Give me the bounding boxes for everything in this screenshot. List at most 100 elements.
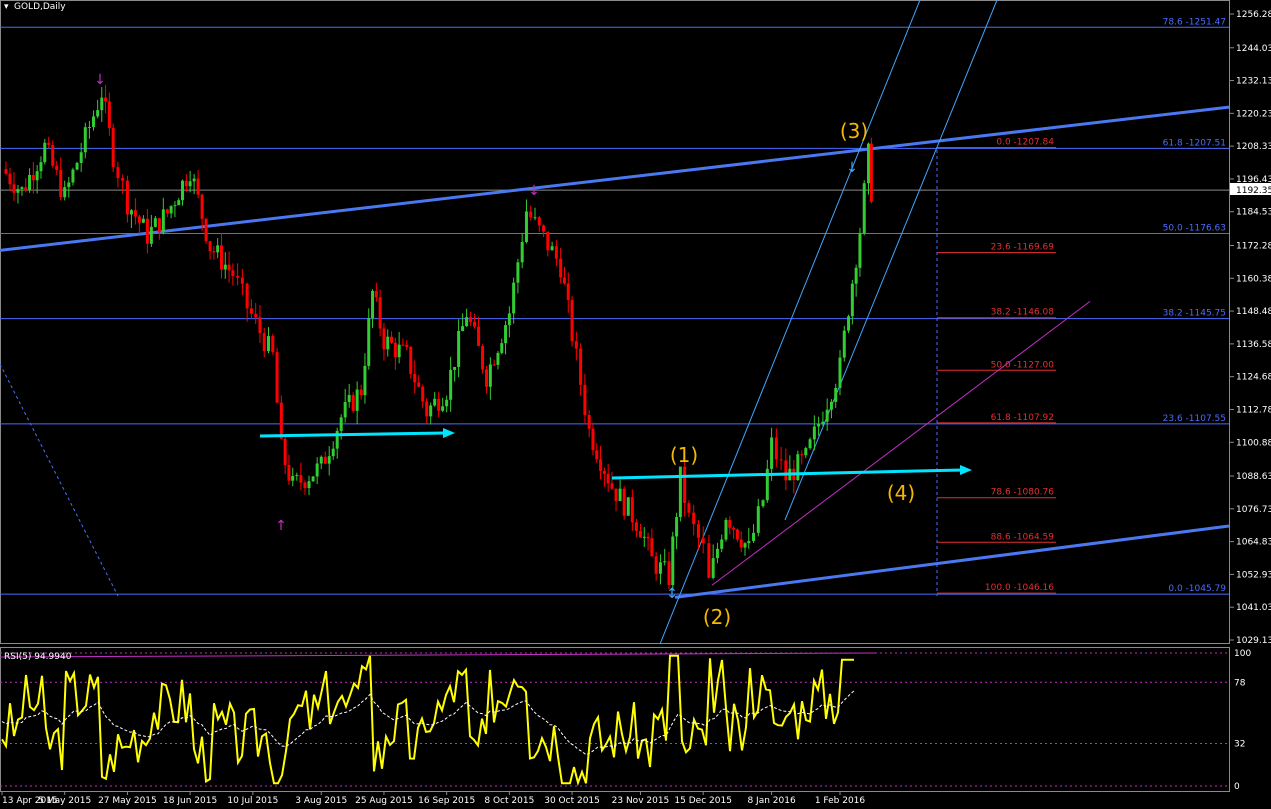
candle-body [129,210,133,215]
candle-body [457,331,461,367]
candle-body [363,365,367,396]
y-tick-label-0: 1256.28 [1236,10,1271,20]
candle-body [784,460,788,481]
rsi-label: RSI(5) 94.9940 [4,652,72,662]
candle-body [441,406,445,411]
candle-body [12,184,16,193]
candle-body [507,313,511,326]
fib-label-0: 78.6 -1251.47 [1163,17,1226,27]
fib-horizontal-lines: 78.6 -1251.47 61.8 -1207.51 50.0 -1176.63 3… [0,17,1229,595]
candle-body [227,264,231,271]
candle-body [240,277,244,284]
candle-body [409,346,413,374]
candle-body [542,225,546,232]
x-tick-label-12: 8 Jan 2016 [747,796,795,806]
candle-body [343,402,347,418]
candle-body [638,530,642,538]
candle-body [473,321,477,327]
candle-body [421,386,425,402]
x-tick-label-11: 15 Dec 2015 [674,796,732,806]
candle-body [359,389,363,396]
wave-label-0: (1) [670,443,698,467]
candle-body [107,101,111,129]
y-tick-label-12: 1112.78 [1236,405,1271,415]
candle-body [862,183,866,234]
candle-body [295,475,299,477]
candle-body [812,426,816,440]
candle-body [646,536,650,539]
candle-body [378,297,382,329]
candle-body [477,326,481,346]
candle-body [374,290,378,298]
candle-body [111,128,115,168]
candle-body [405,344,409,347]
candle-body [715,548,719,559]
candle-body [512,282,516,314]
candle-body [559,258,563,278]
candle-body [212,251,216,253]
candle-body [417,382,421,387]
candle-body [707,543,711,578]
chevron-down-icon[interactable]: ▾ [4,2,9,12]
y-tick-label-14: 1088.63 [1236,472,1271,482]
candle-body [393,342,397,358]
candle-body [752,532,756,541]
y-tick-label-6: 1184.53 [1236,208,1271,218]
candle-body [756,506,760,533]
candle-body [618,488,622,502]
candle-body [761,500,765,507]
candle-body [595,450,599,460]
candle-body [701,537,705,544]
y-tick-label-13: 1100.88 [1236,438,1271,448]
candle-body [71,169,75,183]
fib-retrace-label-0: 0.0 -1207.84 [996,137,1054,147]
candle-body [634,522,638,531]
y-tick-label-7: 1172.28 [1236,241,1271,251]
candle-body [720,539,724,549]
candle-body [804,448,808,456]
candle-body [500,343,504,353]
candle-body [461,326,465,332]
candle-body [800,454,804,456]
gold-daily-chart[interactable]: 78.6 -1251.47 61.8 -1207.51 50.0 -1176.63 3… [0,0,1271,809]
candle-body [829,401,833,410]
candle-body [8,173,12,185]
candle-body [834,387,838,402]
x-tick-label-6: 25 Aug 2015 [355,796,413,806]
breakout-arrow-left-head [443,428,455,438]
candle-body [445,399,449,407]
candle-body [854,267,858,284]
wave2-arrow-marker: ↕ [666,586,678,602]
candle-body [311,476,315,482]
support-trendline [674,524,1230,599]
candle-body [696,524,700,538]
candle-body [433,398,437,406]
candle-body [562,277,566,284]
candle-body [192,178,196,182]
candle-body [104,97,108,102]
fractal-up-marker-1: ↑ [275,518,287,534]
y-tick-label-16: 1064.83 [1236,538,1271,548]
x-tick-label-2: 27 May 2015 [98,796,157,806]
candle-body [724,519,728,540]
y-tick-label-18: 1041.03 [1236,603,1271,613]
candle-body [867,143,871,184]
candle-body [496,352,500,365]
candle-body [200,194,204,219]
candles [4,84,873,591]
candle-body [554,246,558,259]
candle-body [817,424,821,427]
candle-body [537,217,541,226]
candle-body [371,290,375,319]
wave-label-2: (3) [840,119,868,143]
candle-body [429,405,433,417]
candle-body [550,246,554,251]
candle-body [303,482,307,489]
x-tick-label-9: 30 Oct 2015 [544,796,600,806]
candle-body [711,558,715,578]
candle-body [223,264,227,270]
candle-body [453,366,457,370]
x-tick-label-4: 10 Jul 2015 [227,796,278,806]
candle-body [683,466,687,504]
x-tick-label-1: 5 May 2015 [38,796,91,806]
